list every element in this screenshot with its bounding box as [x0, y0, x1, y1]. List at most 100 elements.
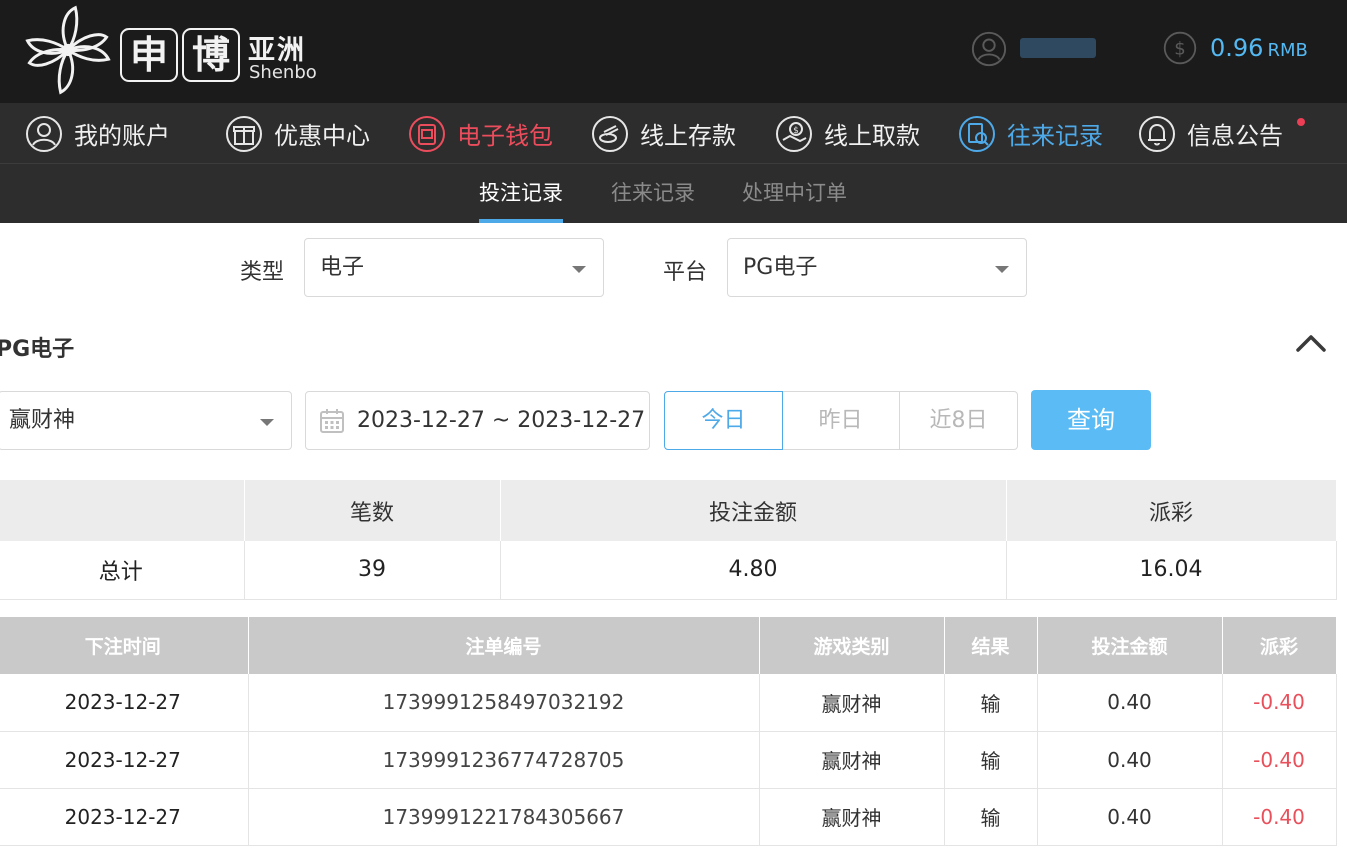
last-8-days-button[interactable]: 近8日 [899, 391, 1018, 450]
summary-header-count: 笔数 [244, 480, 501, 541]
logo-char-shen: 申 [120, 28, 178, 82]
nav-my-account-label: 我的账户 [74, 122, 170, 150]
cell-bet-time: 2023-12-27 [0, 731, 249, 789]
nav-notices[interactable]: 信息公告 [1137, 103, 1283, 164]
summary-total-row: 总计 39 4.80 16.04 [0, 541, 1337, 600]
user-icon [26, 115, 62, 152]
main-navigation: 我的账户 优惠中心 电子钱包 线上存款 $ 线上取款 往来记录 信息公告 [0, 103, 1347, 164]
nav-promotions[interactable]: 优惠中心 [224, 103, 370, 164]
nav-e-wallet-label: 电子钱包 [457, 122, 553, 150]
tab-transactions[interactable]: 往来记录 [611, 164, 695, 223]
cell-result: 输 [944, 788, 1038, 846]
unread-notice-dot [1297, 118, 1305, 126]
currency-label: RMB [1267, 40, 1308, 61]
cell-bet-time: 2023-12-27 [0, 674, 249, 732]
wallet-icon [409, 115, 445, 152]
records-header-row: 下注时间 注单编号 游戏类别 结果 投注金额 派彩 [0, 617, 1337, 674]
summary-total-label: 总计 [0, 541, 245, 600]
nav-notices-label: 信息公告 [1187, 122, 1283, 150]
date-range-picker[interactable]: 2023-12-27 ~ 2023-12-27 [305, 391, 650, 450]
date-range-value: 2023-12-27 ~ 2023-12-27 [357, 408, 646, 433]
nav-online-deposit-label: 线上存款 [640, 122, 736, 150]
sub-navigation: 投注记录 往来记录 处理中订单 [0, 164, 1347, 223]
cell-bet-amount: 0.40 [1037, 731, 1223, 789]
nav-online-deposit[interactable]: 线上存款 [590, 103, 736, 164]
summary-header-empty [0, 480, 245, 541]
nav-e-wallet[interactable]: 电子钱包 [407, 103, 553, 164]
type-select-value: 电子 [320, 255, 365, 280]
cell-payout: -0.40 [1222, 788, 1337, 846]
query-button[interactable]: 查询 [1031, 390, 1151, 450]
dollar-icon: $ [1163, 31, 1197, 65]
cell-result: 输 [944, 731, 1038, 789]
table-row: 2023-12-27 1739991258497032192 赢财神 输 0.4… [0, 674, 1337, 732]
tab-bet-records[interactable]: 投注记录 [479, 164, 563, 223]
cell-game-type: 赢财神 [759, 674, 945, 732]
records-doc-icon [959, 115, 995, 152]
nav-transaction-records[interactable]: 往来记录 [957, 103, 1103, 164]
today-button[interactable]: 今日 [664, 391, 783, 450]
header-bet-amount: 投注金额 [1037, 617, 1223, 674]
logo-char-bo: 博 [182, 28, 240, 82]
section-title: PG电子 [0, 337, 75, 362]
caret-down-icon [995, 266, 1009, 273]
platform-label: 平台 [663, 260, 708, 285]
bell-icon [1139, 115, 1175, 152]
summary-payout: 16.04 [1006, 541, 1337, 600]
game-select[interactable]: 赢财神 [0, 391, 292, 450]
cell-bet-amount: 0.40 [1037, 788, 1223, 846]
cell-order-number: 1739991236774728705 [248, 731, 760, 789]
summary-header-bet-amount: 投注金额 [500, 480, 1007, 541]
nav-online-withdraw-label: 线上取款 [824, 122, 920, 150]
withdraw-coin-icon: $ [776, 115, 812, 152]
cell-bet-time: 2023-12-27 [0, 788, 249, 846]
username-redacted [1020, 38, 1096, 58]
type-label: 类型 [240, 260, 285, 285]
yesterday-button[interactable]: 昨日 [782, 391, 900, 450]
cell-order-number: 1739991221784305667 [248, 788, 760, 846]
svg-text:$: $ [793, 126, 799, 136]
summary-table: 笔数 投注金额 派彩 总计 39 4.80 16.04 [0, 480, 1337, 600]
platform-select-value: PG电子 [743, 255, 818, 280]
nav-transaction-records-label: 往来记录 [1007, 122, 1103, 150]
summary-bet-amount: 4.80 [500, 541, 1007, 600]
caret-down-icon [572, 266, 586, 273]
header-result: 结果 [944, 617, 1038, 674]
cell-payout: -0.40 [1222, 731, 1337, 789]
cell-game-type: 赢财神 [759, 731, 945, 789]
header-order-number: 注单编号 [248, 617, 760, 674]
header-bet-time: 下注时间 [0, 617, 249, 674]
gift-icon [226, 115, 262, 152]
cell-bet-amount: 0.40 [1037, 674, 1223, 732]
balance-amount: 0.96 RMB [1210, 34, 1308, 62]
nav-promotions-label: 优惠中心 [274, 122, 370, 150]
table-row: 2023-12-27 1739991221784305667 赢财神 输 0.4… [0, 788, 1337, 846]
header-payout: 派彩 [1222, 617, 1337, 674]
summary-header-row: 笔数 投注金额 派彩 [0, 480, 1337, 541]
balance-value: 0.96 [1210, 34, 1264, 62]
chevron-up-icon[interactable] [1294, 330, 1328, 356]
summary-count: 39 [244, 541, 501, 600]
top-header: 申 博 亚洲 Shenbo $ 0.96 RMB [0, 0, 1347, 103]
type-select[interactable]: 电子 [304, 238, 604, 297]
cell-result: 输 [944, 674, 1038, 732]
nav-my-account[interactable]: 我的账户 [24, 103, 170, 164]
svg-text:$: $ [1174, 38, 1185, 59]
summary-header-payout: 派彩 [1006, 480, 1337, 541]
cell-payout: -0.40 [1222, 674, 1337, 732]
user-icon [971, 31, 1007, 67]
platform-select[interactable]: PG电子 [727, 238, 1027, 297]
game-select-value: 赢财神 [9, 408, 76, 433]
caret-down-icon [260, 419, 274, 426]
nav-online-withdraw[interactable]: $ 线上取款 [774, 103, 920, 164]
flower-logo-icon [25, 5, 111, 95]
deposit-hand-icon [592, 115, 628, 152]
site-logo[interactable]: 申 博 亚洲 Shenbo [18, 0, 338, 103]
table-row: 2023-12-27 1739991236774728705 赢财神 输 0.4… [0, 731, 1337, 789]
cell-game-type: 赢财神 [759, 788, 945, 846]
calendar-icon [320, 409, 344, 433]
header-game-type: 游戏类别 [759, 617, 945, 674]
cell-order-number: 1739991258497032192 [248, 674, 760, 732]
tab-pending-orders[interactable]: 处理中订单 [742, 164, 847, 223]
logo-english-text: Shenbo [249, 62, 317, 83]
